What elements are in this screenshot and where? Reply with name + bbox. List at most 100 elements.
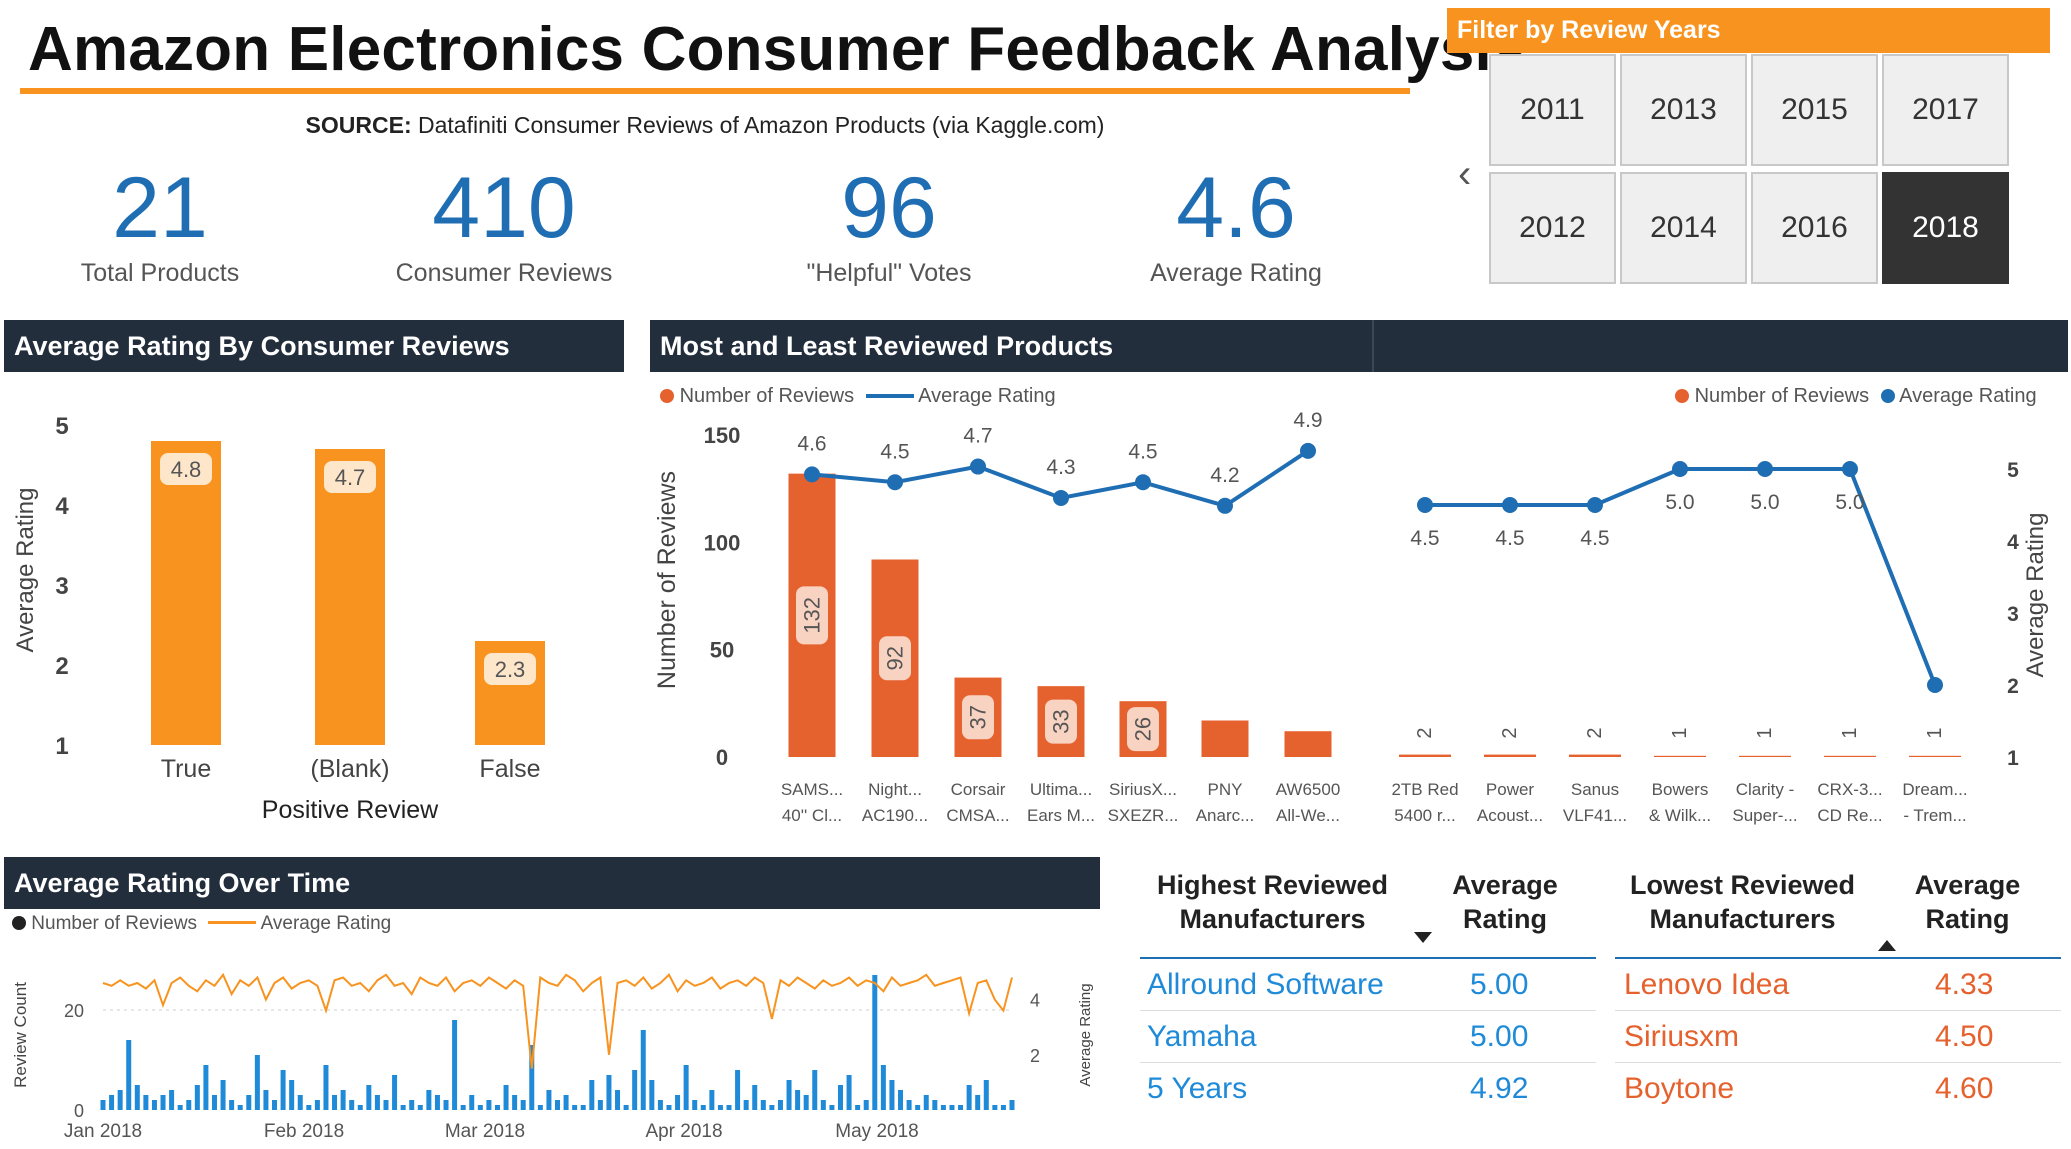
- bar: [126, 1040, 132, 1110]
- rating-label: 4.5: [1495, 527, 1524, 550]
- x-tick-label: - Trem...: [1903, 806, 1966, 825]
- x-tick-label: Corsair: [951, 780, 1006, 799]
- y-tick-label: 0: [74, 1101, 84, 1121]
- rating-label: 5.0: [1750, 491, 1779, 514]
- y-tick-label: 20: [64, 1001, 84, 1021]
- bar: [143, 1095, 149, 1110]
- bar: [220, 1080, 226, 1110]
- data-label: 92: [883, 646, 908, 670]
- x-tick-label: Ears M...: [1027, 806, 1095, 825]
- bar: [203, 1065, 209, 1110]
- table-lowest-name-1: Lenovo Idea: [1624, 968, 1790, 1001]
- table-highest-rating-3: 4.92: [1470, 1072, 1529, 1105]
- table-lowest-col-manufacturer[interactable]: Lowest Reviewed Manufacturers: [1615, 868, 1870, 936]
- data-label: 1: [1839, 727, 1861, 738]
- y-axis-title: Number of Reviews: [653, 471, 681, 689]
- rating-label: 4.3: [1046, 456, 1075, 479]
- y-tick-label: 4: [55, 493, 69, 520]
- bar: [417, 1105, 423, 1110]
- data-label: 132: [800, 597, 825, 634]
- bar: [546, 1090, 552, 1110]
- x-tick-label: Jan 2018: [64, 1121, 142, 1142]
- x-tick-label: VLF41...: [1563, 806, 1627, 825]
- rating-point: [1217, 497, 1233, 514]
- bar: [906, 1100, 912, 1110]
- rating-point: [970, 458, 986, 475]
- table-highest-col-manufacturer[interactable]: Highest Reviewed Manufacturers: [1140, 868, 1405, 936]
- data-label: 1: [1754, 727, 1776, 738]
- y2-axis-title: Average Rating: [1077, 983, 1094, 1086]
- table-highest-name-1: Allround Software: [1147, 968, 1384, 1001]
- bar: [1399, 754, 1451, 757]
- data-label: 2.3: [495, 657, 526, 682]
- rating-label: 4.5: [1410, 527, 1439, 550]
- bar: [134, 1085, 140, 1110]
- x-tick-label: AC190...: [862, 806, 928, 825]
- x-tick-label: Sanus: [1571, 780, 1619, 799]
- rating-label: 4.6: [797, 432, 826, 455]
- table-highest-header-rule: [1140, 957, 1596, 959]
- bar: [289, 1080, 295, 1110]
- chart-least-reviewed: 12345Average Rating22TB Red5400 r...2Pow…: [1391, 459, 2049, 825]
- bar: [392, 1075, 398, 1110]
- table-lowest-col-rating[interactable]: Average Rating: [1890, 868, 2045, 936]
- x-tick-label: Anarc...: [1196, 806, 1255, 825]
- rating-label: 4.5: [1580, 527, 1609, 550]
- rating-point: [1587, 497, 1603, 513]
- bar: [589, 1080, 595, 1110]
- bar: [563, 1095, 569, 1110]
- y-tick-label: 100: [704, 530, 741, 555]
- table-highest-col-rating[interactable]: Average Rating: [1430, 868, 1580, 936]
- rating-point: [887, 474, 903, 491]
- bar: [683, 1065, 689, 1110]
- bar: [194, 1085, 200, 1110]
- table-lowest-rating-3: 4.60: [1935, 1072, 1994, 1105]
- bar: [615, 1090, 621, 1110]
- rating-label: 5.0: [1835, 491, 1864, 514]
- bar: [1284, 731, 1332, 757]
- bar: [229, 1100, 235, 1110]
- bar: [512, 1095, 518, 1110]
- x-tick-label: May 2018: [835, 1121, 918, 1142]
- bar: [1569, 754, 1621, 757]
- bar: [1824, 755, 1876, 757]
- bar: [537, 1105, 543, 1110]
- bar: [657, 1100, 663, 1110]
- bar: [323, 1065, 329, 1110]
- sort-descending-icon[interactable]: [1414, 932, 1432, 943]
- bar: [494, 1105, 500, 1110]
- bar: [735, 1070, 741, 1110]
- bar: [975, 1095, 981, 1110]
- bar: [692, 1100, 698, 1110]
- rating-point: [1672, 461, 1688, 477]
- bar: [100, 1100, 106, 1110]
- bar: [1654, 755, 1706, 757]
- bar: [717, 1105, 723, 1110]
- bar: [829, 1105, 835, 1110]
- data-label: 4.8: [171, 457, 202, 482]
- bar: [1909, 755, 1961, 757]
- bar: [314, 1100, 320, 1110]
- y2-tick-label: 2: [1030, 1046, 1040, 1066]
- bar: [675, 1095, 681, 1110]
- bar: [117, 1090, 123, 1110]
- bar: [177, 1105, 183, 1110]
- bar: [272, 1100, 278, 1110]
- bar: [555, 1100, 560, 1110]
- x-tick-label: (Blank): [310, 755, 389, 783]
- x-tick-label: SXEZR...: [1108, 806, 1179, 825]
- y-axis-title: Average Rating: [12, 488, 39, 653]
- x-tick-label: Bowers: [1652, 780, 1709, 799]
- table-lowest-name-3: Boytone: [1624, 1072, 1735, 1105]
- rating-label: 4.9: [1293, 409, 1322, 432]
- bar: [263, 1090, 269, 1110]
- y-tick-label: 5: [2007, 459, 2019, 482]
- sort-ascending-icon[interactable]: [1878, 940, 1896, 951]
- x-tick-label: CMSA...: [946, 806, 1009, 825]
- x-tick-label: 40'' Cl...: [782, 806, 842, 825]
- x-tick-label: & Wilk...: [1649, 806, 1711, 825]
- bar: [443, 1100, 449, 1110]
- data-label: 2: [1584, 727, 1606, 738]
- bar: [469, 1095, 475, 1110]
- y-tick-label: 2: [2007, 675, 2019, 698]
